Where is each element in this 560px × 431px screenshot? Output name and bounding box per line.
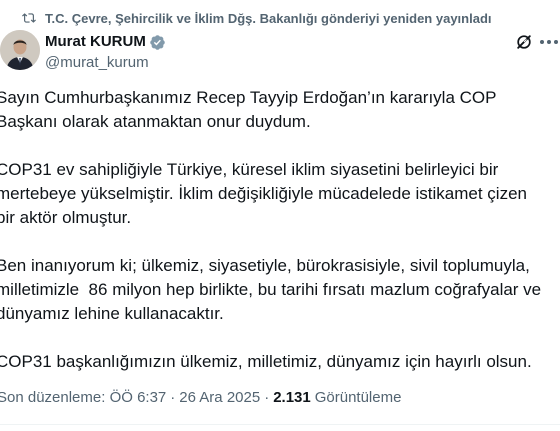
tweet-text: Sayın Cumhurbaşkanımız Recep Tayyip Erdo… [0,86,558,398]
repost-indicator[interactable]: T.C. Çevre, Şehircilik ve İklim Dğş. Bak… [22,9,492,27]
author-name[interactable]: Murat KURUM [45,32,146,52]
author-handle[interactable]: @murat_kurum [45,53,166,73]
avatar[interactable] [0,30,40,70]
views-label: Görüntüleme [314,389,402,406]
tweet-date[interactable]: 26 Ara 2025 [179,389,260,406]
meta-separator: · [264,389,270,406]
tweet-paragraph: Ben inanıyorum ki; ülkemiz, siyasetiyle,… [0,256,542,323]
tweet-paragraph: COP31 başkanlığımızın ülkemiz, milletimi… [0,352,532,371]
views-count: 2.131 [273,389,311,406]
meta-separator: · [170,389,176,406]
tweet-detail: T.C. Çevre, Şehircilik ve İklim Dğş. Bak… [0,0,560,431]
edited-timestamp-link[interactable]: Son düzenleme: ÖÖ 6:37 [0,389,166,406]
tweet-paragraph: COP31 ev sahipliğiyle Türkiye, küresel i… [0,160,527,227]
author-name-row[interactable]: Murat KURUM [45,32,166,52]
avatar-photo [0,30,40,70]
more-options-icon[interactable] [538,34,560,50]
tweet-paragraph: Sayın Cumhurbaşkanımız Recep Tayyip Erdo… [0,88,497,131]
repost-icon [22,13,36,23]
repost-text: T.C. Çevre, Şehircilik ve İklim Dğş. Bak… [45,10,492,26]
author-block: Murat KURUM @murat_kurum [45,32,166,73]
tweet-meta: Son düzenleme: ÖÖ 6:37 · 26 Ara 2025 · 2… [0,389,401,406]
divider [0,424,560,425]
grok-icon[interactable] [514,32,534,52]
verified-badge-icon [150,34,165,50]
